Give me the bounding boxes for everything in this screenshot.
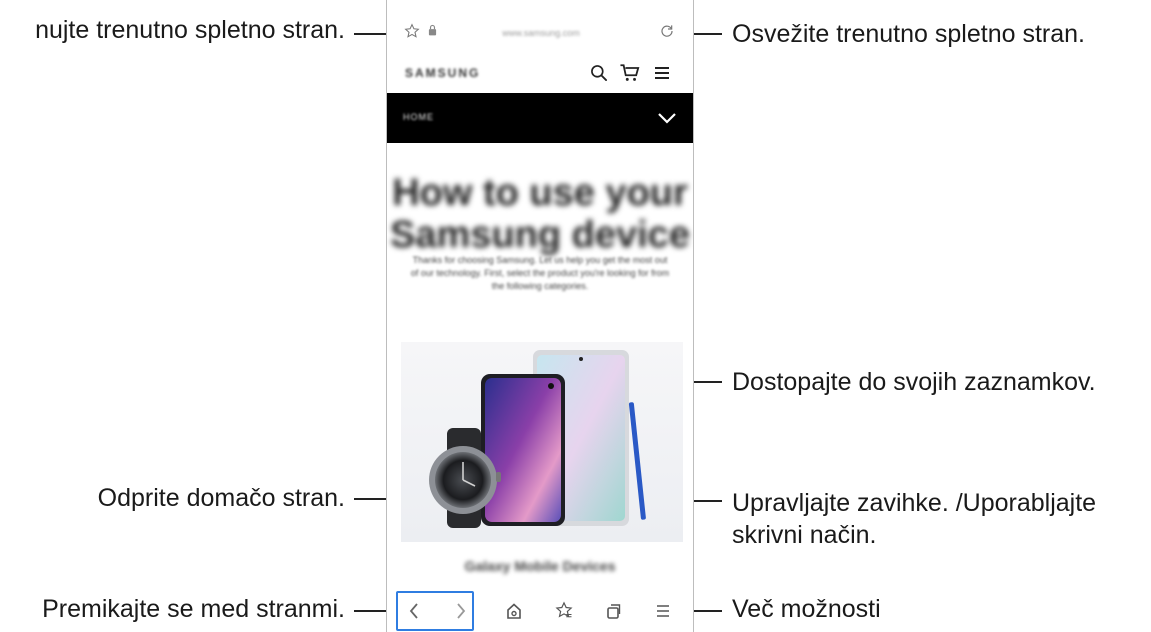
- more-options-icon[interactable]: [655, 603, 671, 619]
- site-logo[interactable]: SAMSUNG: [405, 66, 480, 80]
- navigation-highlight: [396, 591, 474, 631]
- home-icon[interactable]: [506, 602, 522, 620]
- hero-title: How to use your Samsung device: [387, 172, 693, 256]
- product-caption[interactable]: Galaxy Mobile Devices: [387, 558, 693, 574]
- callout-navigate: Premikajte se med stranmi.: [42, 595, 345, 623]
- search-icon[interactable]: [589, 63, 609, 83]
- bookmarks-icon[interactable]: [555, 601, 573, 619]
- callout-refresh: Osvežite trenutno spletno stran.: [732, 20, 1085, 48]
- callout-tabs-line2: skrivni način.: [732, 521, 877, 549]
- chevron-down-icon[interactable]: [657, 111, 677, 125]
- bookmark-add-icon[interactable]: [404, 23, 420, 39]
- product-image[interactable]: [401, 342, 683, 542]
- callout-bookmark-add: nujte trenutno spletno stran.: [35, 16, 345, 44]
- site-header: SAMSUNG: [387, 56, 693, 92]
- url-bar: www.samsung.com: [387, 10, 693, 52]
- site-nav-dropdown[interactable]: HOME: [387, 93, 693, 143]
- phone-screen: www.samsung.com SAMSUNG HOME How to use …: [386, 0, 694, 632]
- refresh-icon[interactable]: [659, 23, 675, 39]
- site-nav-label: HOME: [403, 112, 434, 122]
- hero-title-line2: Samsung device: [390, 214, 690, 256]
- callout-more: Več možnosti: [732, 595, 881, 623]
- tabs-icon[interactable]: [606, 602, 622, 620]
- menu-icon[interactable]: [653, 65, 671, 81]
- callout-home: Odprite domačo stran.: [97, 484, 345, 512]
- lock-icon: [428, 24, 437, 36]
- cart-icon[interactable]: [619, 63, 641, 83]
- hero-subtitle: Thanks for choosing Samsung. Let us help…: [410, 255, 670, 291]
- callout-bookmarks: Dostopajte do svojih zaznamkov.: [732, 368, 1096, 396]
- url-text[interactable]: www.samsung.com: [487, 29, 595, 38]
- hero-title-line1: How to use your: [392, 172, 688, 214]
- callout-tabs-line1: Upravljajte zavihke. /Uporabljajte: [732, 489, 1097, 517]
